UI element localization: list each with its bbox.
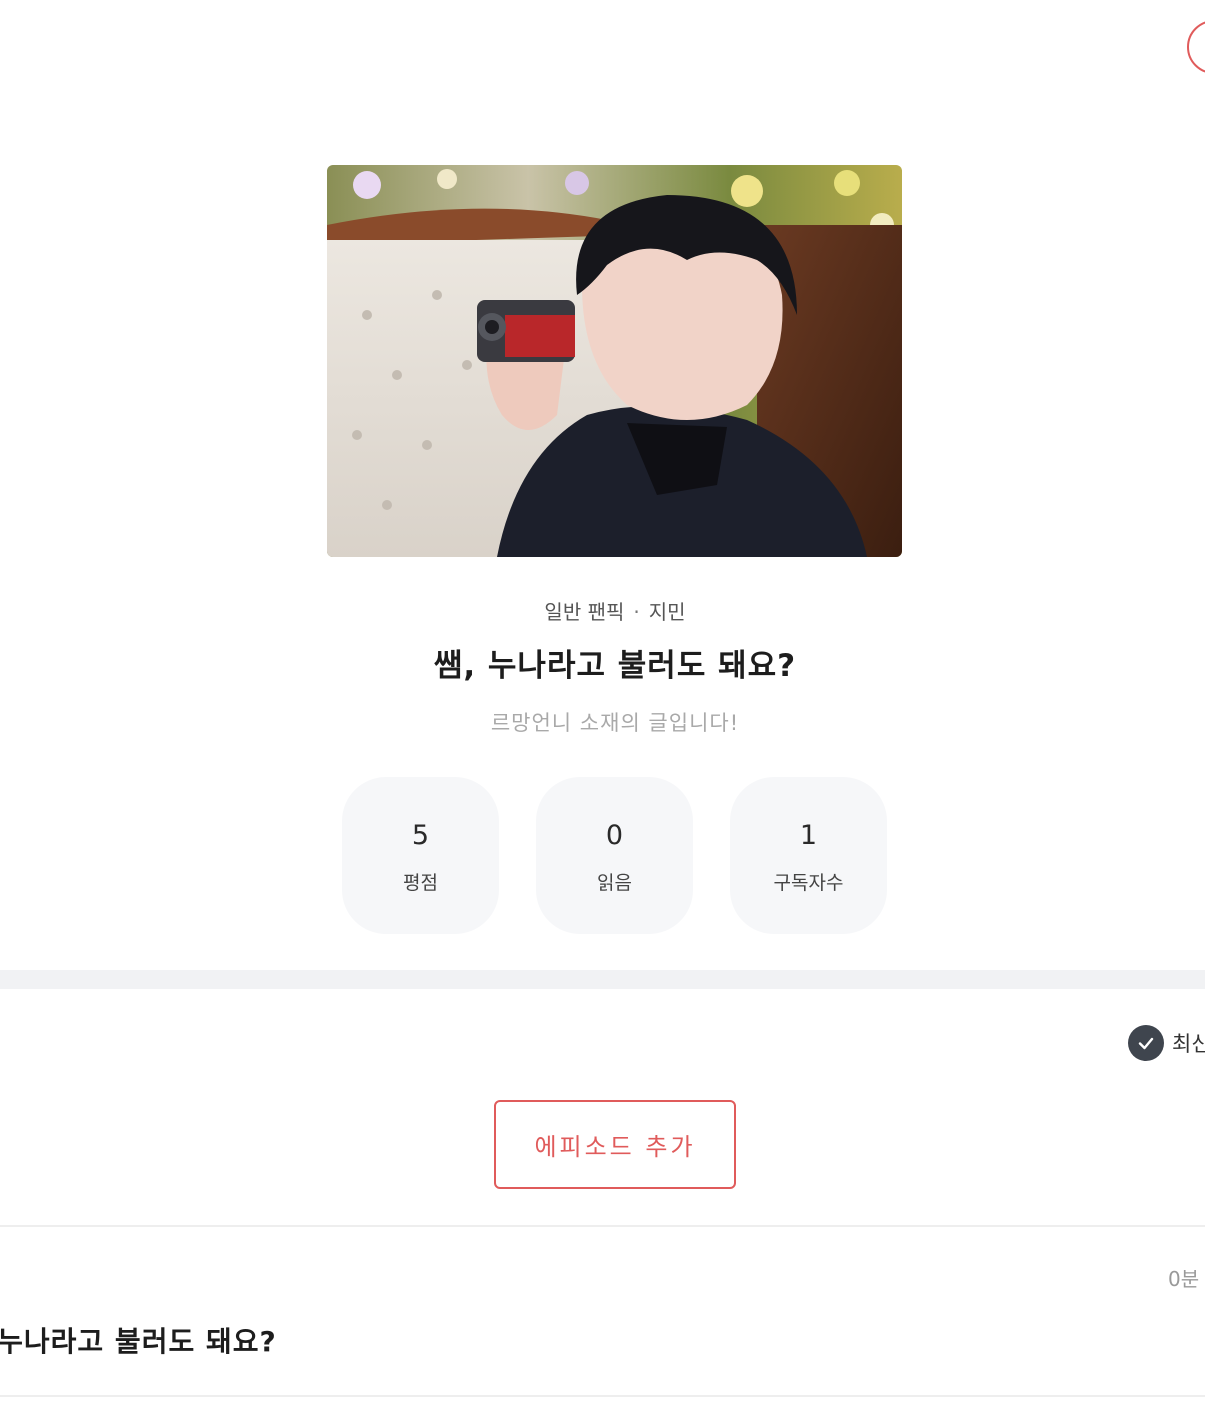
stat-value: 1 (799, 820, 818, 851)
stat-card-rating: 5 평점 (342, 777, 499, 934)
stat-value: 0 (605, 820, 624, 851)
list-divider (0, 1395, 1205, 1397)
separator-dot: · (633, 600, 640, 624)
add-episode-button[interactable]: 에피소드 추가 (494, 1100, 736, 1189)
stat-label: 평점 (403, 872, 438, 894)
top-action-button[interactable] (1187, 20, 1205, 74)
stat-label: 구독자수 (773, 872, 844, 894)
work-tag: 지민 (648, 600, 686, 624)
episode-time: 0분 (1168, 1267, 1200, 1291)
sort-label: 최신 (1172, 1032, 1205, 1056)
check-icon (1128, 1025, 1164, 1061)
work-description: 르망언니 소재의 글입니다! (490, 711, 740, 735)
work-category-line: 일반 팬픽 · 지민 (0, 596, 1205, 625)
page: 일반 팬픽 · 지민 쌤, 누나라고 불러도 돼요? 르망언니 소재의 글입니다! … (0, 0, 1205, 1407)
episode-list-item[interactable]: 0분 쌤, 누나라고 불러도 돼요? (0, 1228, 1205, 1395)
stat-label: 읽음 (597, 872, 632, 894)
stat-card-reads: 0 읽음 (536, 777, 693, 934)
episode-title: 쌤, 누나라고 불러도 돼요? (0, 1325, 277, 1358)
cover-photo-illustration (327, 165, 902, 557)
sort-latest-option[interactable]: 최신 (1128, 1025, 1205, 1061)
section-divider (0, 970, 1205, 989)
list-divider (0, 1225, 1205, 1227)
stat-value: 5 (411, 820, 430, 851)
cover-image (327, 165, 902, 557)
stat-card-subscribers: 1 구독자수 (730, 777, 887, 934)
work-category: 일반 팬픽 (544, 600, 625, 624)
work-title: 쌤, 누나라고 불러도 돼요? (433, 648, 797, 684)
